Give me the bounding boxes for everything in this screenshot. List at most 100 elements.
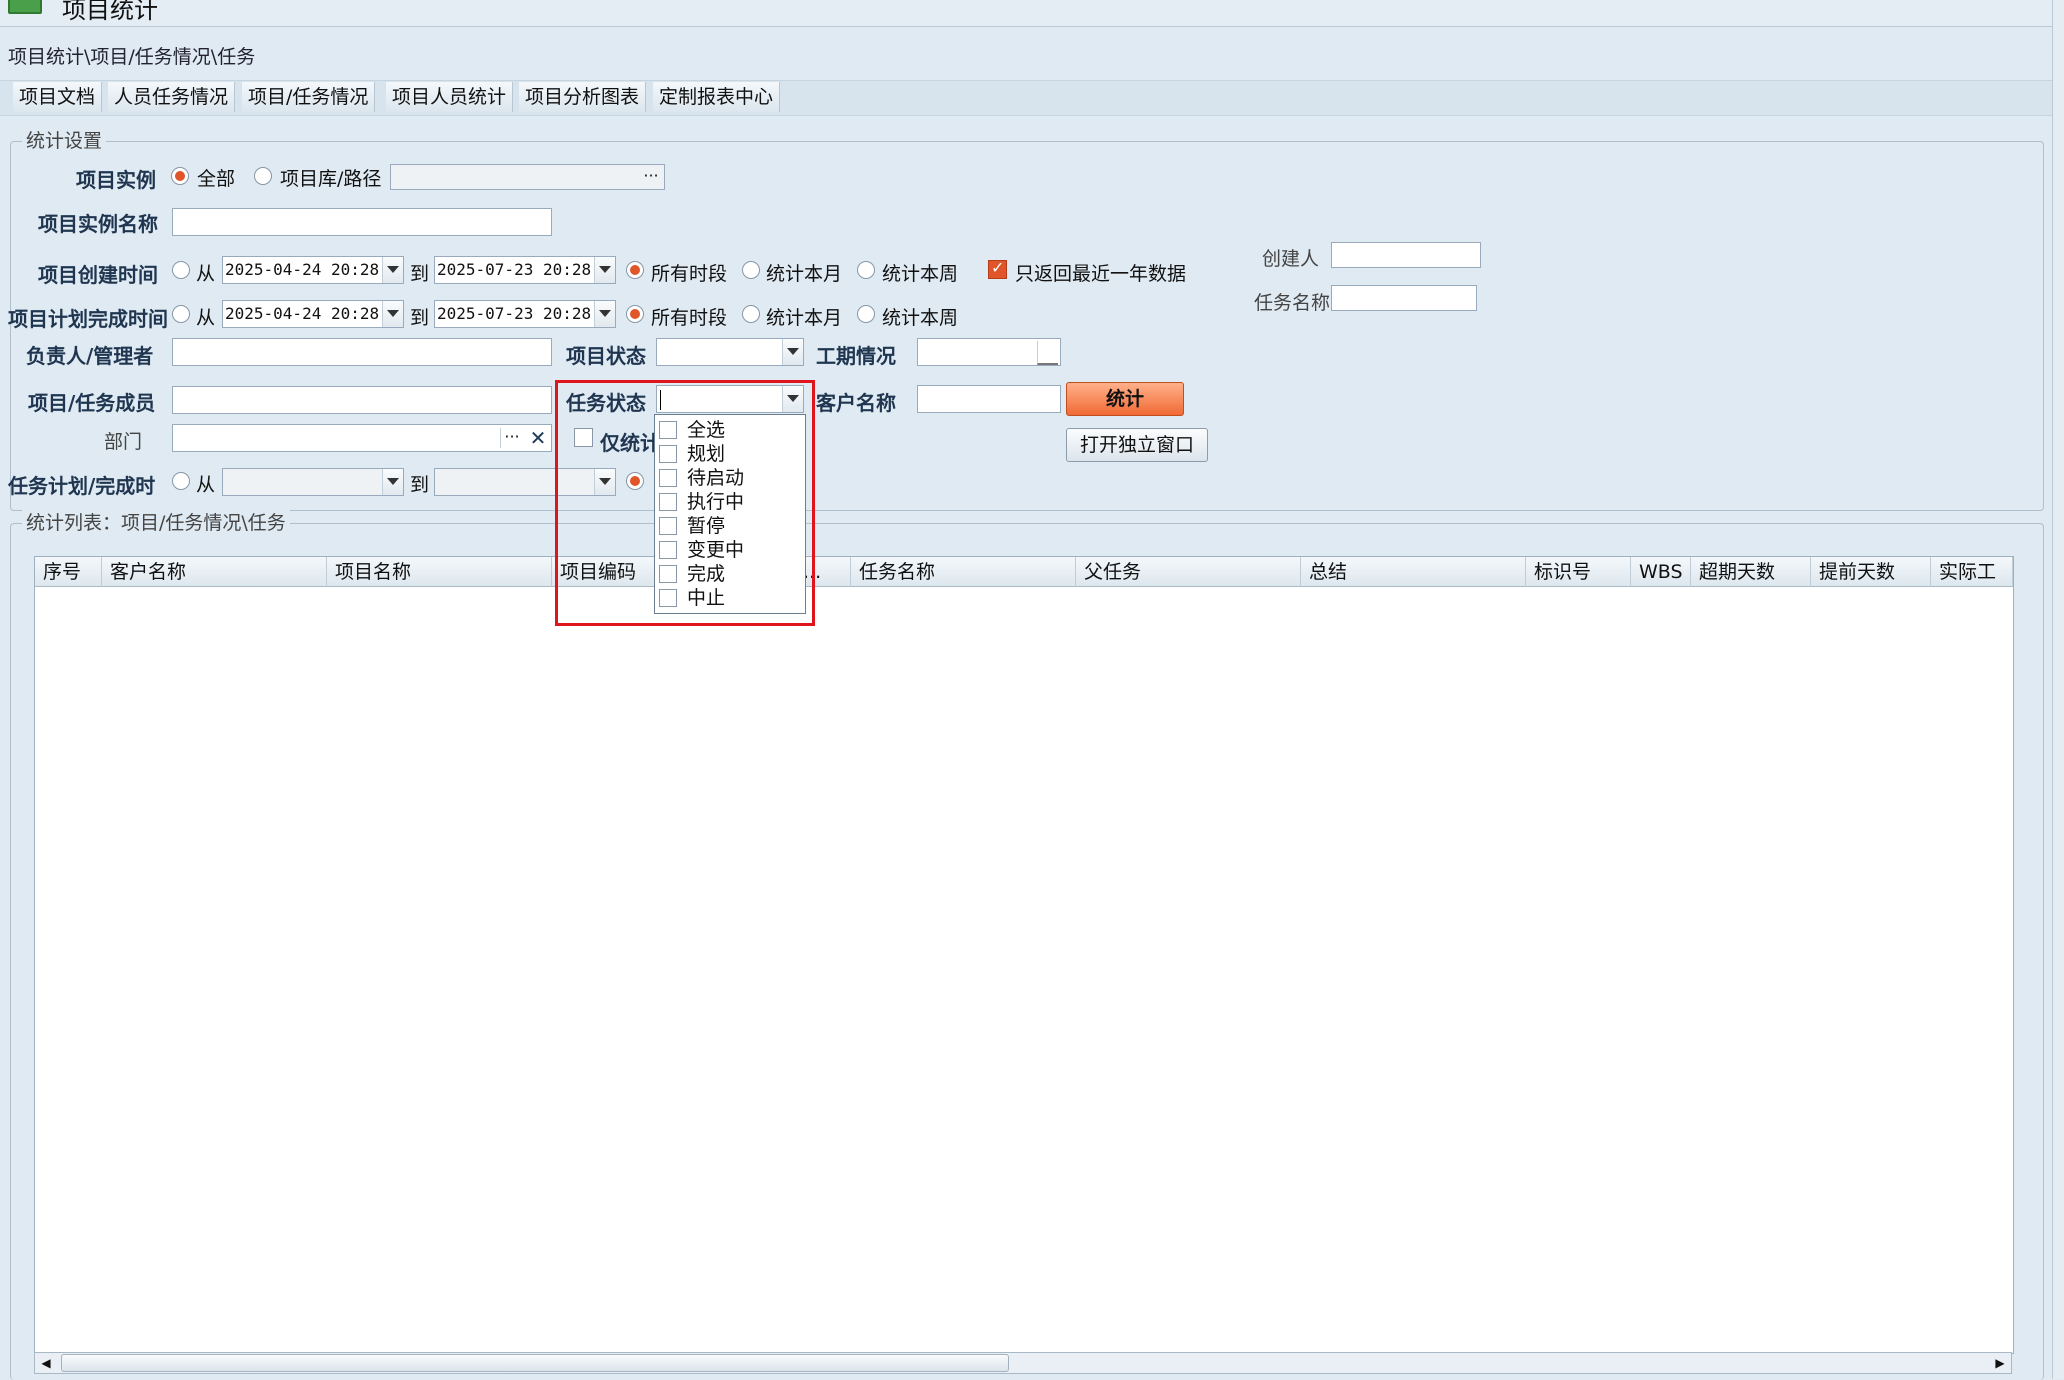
instance-all-radio[interactable] [171,167,189,185]
window-title: 项目统计 [62,0,158,24]
horizontal-scrollbar[interactable]: ◀ ▶ [34,1352,2012,1374]
customer-label: 客户名称 [816,391,896,415]
plan-week-label: 统计本周 [882,307,959,329]
plan-month-radio[interactable] [742,305,760,323]
create-from-value: 2025-04-24 20:28: [225,260,389,279]
duration-toggle[interactable] [1037,341,1058,365]
chevron-down-icon[interactable] [594,301,615,327]
task-time-range-radio[interactable] [172,472,190,490]
chevron-down-icon[interactable] [382,469,403,495]
column-header[interactable]: 提前天数 [1811,557,1931,587]
column-header[interactable]: 标识号 [1526,557,1631,587]
highlight-box [555,380,815,626]
create-to-value: 2025-07-23 20:28: [437,260,601,279]
breadcrumb: 项目统计\项目/任务情况\任务 [8,46,256,68]
plan-month-label: 统计本月 [766,307,843,329]
duration-select[interactable] [917,338,1061,366]
column-header[interactable]: 序号 [35,557,102,587]
dept-label: 部门 [104,431,143,453]
plan-to-label: 到 [410,307,430,329]
project-status-select[interactable] [656,338,804,366]
manager-label: 负责人/管理者 [26,344,154,368]
project-status-label: 项目状态 [566,344,646,368]
column-header[interactable]: 任务名称 [851,557,1076,587]
task-from-date[interactable] [222,468,404,496]
dept-field[interactable]: ··· ✕ [172,424,552,452]
app-icon [8,0,42,14]
create-to-date[interactable]: 2025-07-23 20:28: [434,256,616,284]
create-to-label: 到 [410,263,430,285]
customer-input[interactable] [917,385,1061,413]
result-table[interactable]: 序号 客户名称 项目名称 项目编码 期... 任务名称 父任务 总结 标识号 W… [34,556,2014,1354]
instance-path-radio[interactable] [254,167,272,185]
tab-custom-reports[interactable]: 定制报表中心 [653,82,781,112]
duration-label: 工期情况 [816,344,896,368]
chevron-down-icon[interactable] [594,257,615,283]
create-from-date[interactable]: 2025-04-24 20:28: [222,256,404,284]
chevron-down-icon[interactable] [382,301,403,327]
column-header[interactable]: 超期天数 [1691,557,1811,587]
scrollbar-thumb[interactable] [61,1354,1009,1372]
create-time-label: 项目创建时间 [38,263,158,287]
manager-input[interactable] [172,338,552,366]
task-time-label: 任务计划/完成时 [8,474,156,498]
last-year-label: 只返回最近一年数据 [1015,263,1187,285]
create-week-label: 统计本周 [882,263,959,285]
plan-to-date[interactable]: 2025-07-23 20:28: [434,300,616,328]
creator-label: 创建人 [1262,248,1320,270]
browse-icon[interactable]: ··· [500,428,523,448]
plan-all-radio[interactable] [626,305,644,323]
create-from-label: 从 [196,263,216,285]
tab-project-tasks[interactable]: 项目/任务情况 [242,82,376,112]
plan-from-date[interactable]: 2025-04-24 20:28: [222,300,404,328]
create-month-radio[interactable] [742,261,760,279]
chevron-down-icon[interactable] [782,339,803,365]
instance-all-label: 全部 [197,168,236,190]
last-year-checkbox[interactable] [988,258,1007,279]
task-to-label: 到 [410,474,430,496]
instance-name-input[interactable] [172,208,552,236]
browse-icon[interactable]: ··· [640,167,662,187]
column-header[interactable]: WBS [1631,557,1691,587]
plan-time-range-radio[interactable] [172,305,190,323]
task-name-input[interactable] [1331,285,1477,311]
create-all-radio[interactable] [626,261,644,279]
title-bar [0,0,2064,27]
plan-from-label: 从 [196,307,216,329]
instance-path-label: 项目库/路径 [280,168,382,190]
scroll-left-icon[interactable]: ◀ [35,1353,57,1373]
tab-project-docs[interactable]: 项目文档 [13,82,103,112]
column-header[interactable]: 实际工 [1931,557,2013,587]
stat-button[interactable]: 统计 [1066,382,1184,416]
create-all-label: 所有时段 [651,263,728,285]
vertical-scrollbar[interactable] [2052,0,2064,1379]
plan-all-label: 所有时段 [651,307,728,329]
plan-week-radio[interactable] [857,305,875,323]
plan-to-value: 2025-07-23 20:28: [437,304,601,323]
settings-legend: 统计设置 [22,126,107,153]
creator-input[interactable] [1331,242,1481,268]
column-header[interactable]: 父任务 [1076,557,1301,587]
scroll-right-icon[interactable]: ▶ [1989,1353,2011,1373]
instance-name-label: 项目实例名称 [38,212,158,236]
member-label: 项目/任务成员 [28,391,156,415]
list-legend: 统计列表：项目/任务情况\任务 [22,508,290,535]
chevron-down-icon[interactable] [382,257,403,283]
tab-project-charts[interactable]: 项目分析图表 [519,82,647,112]
column-header[interactable]: 项目名称 [327,557,552,587]
column-header[interactable]: 总结 [1301,557,1526,587]
clear-icon[interactable]: ✕ [527,426,549,450]
task-name-label: 任务名称 [1254,292,1331,314]
plan-time-label: 项目计划完成时间 [8,307,168,331]
column-header[interactable]: 客户名称 [102,557,327,587]
instance-label: 项目实例 [76,168,156,192]
create-week-radio[interactable] [857,261,875,279]
tab-project-staff[interactable]: 项目人员统计 [386,82,514,112]
create-month-label: 统计本月 [766,263,843,285]
tab-staff-tasks[interactable]: 人员任务情况 [108,82,236,112]
open-window-button[interactable]: 打开独立窗口 [1066,428,1208,462]
member-input[interactable] [172,386,552,414]
instance-path-field[interactable]: ··· [390,164,665,190]
task-from-label: 从 [196,474,216,496]
create-time-range-radio[interactable] [172,261,190,279]
